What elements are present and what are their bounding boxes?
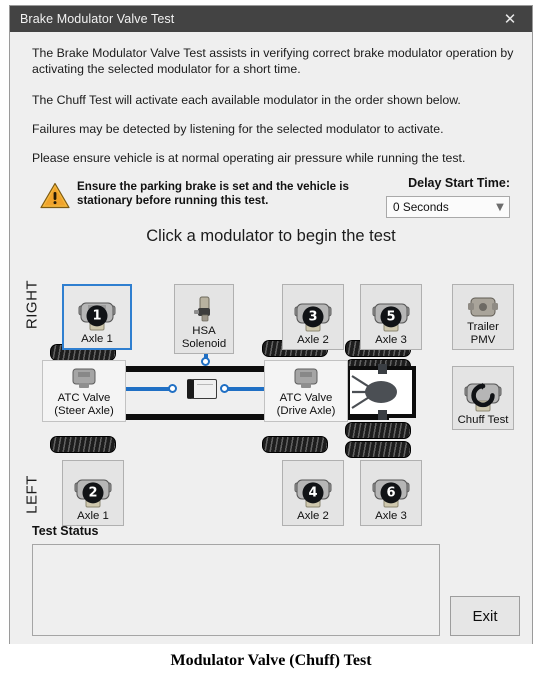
hsa-solenoid-icon bbox=[192, 295, 216, 325]
diff-linkage-icon bbox=[351, 375, 397, 409]
page-root: Brake Modulator Valve Test ✕ The Brake M… bbox=[0, 0, 542, 682]
air-line-steer-to-ecu bbox=[118, 387, 173, 391]
modulator-caption: Axle 3 bbox=[375, 333, 407, 346]
atc-valve-steer-axle-button[interactable]: ATC Valve (Steer Axle) bbox=[42, 360, 126, 422]
modulator-caption: Axle 1 bbox=[77, 509, 109, 522]
modulator-left-axle-1[interactable]: 2 Axle 1 bbox=[62, 460, 124, 526]
modulator-right-axle-1[interactable]: 1 Axle 1 bbox=[62, 284, 132, 350]
side-label-right: RIGHT bbox=[23, 279, 41, 330]
tire-drive2-left-outer bbox=[345, 441, 411, 458]
exit-button[interactable]: Exit bbox=[450, 596, 520, 636]
ecu-module-icon bbox=[187, 379, 217, 399]
atc-drive-line-2: (Drive Axle) bbox=[276, 404, 336, 417]
test-status-label: Test Status bbox=[32, 524, 99, 538]
chuff-test-button[interactable]: Chuff Test bbox=[452, 366, 514, 430]
intro-paragraph-1: The Brake Modulator Valve Test assists i… bbox=[32, 46, 514, 76]
modulator-right-axle-3[interactable]: 5 Axle 3 bbox=[360, 284, 422, 350]
intro-paragraph-3: Failures may be detected by listening fo… bbox=[32, 122, 444, 136]
dialog-body: The Brake Modulator Valve Test assists i… bbox=[10, 32, 532, 644]
modulator-badge: 2 bbox=[82, 481, 104, 503]
chevron-down-icon: ▼ bbox=[496, 201, 504, 213]
chuff-test-caption: Chuff Test bbox=[457, 413, 509, 426]
modulator-valve-icon: 1 bbox=[76, 297, 118, 333]
atc-valve-drive-axle-button[interactable]: ATC Valve (Drive Axle) bbox=[264, 360, 348, 422]
modulator-valve-icon: 6 bbox=[370, 474, 412, 510]
modulator-left-axle-3[interactable]: 6 Axle 3 bbox=[360, 460, 422, 526]
modulator-valve-icon: 4 bbox=[292, 474, 334, 510]
refresh-circle-icon bbox=[471, 382, 495, 407]
modulator-badge: 1 bbox=[86, 304, 108, 326]
modulator-badge: 3 bbox=[302, 305, 324, 327]
atc-valve-icon bbox=[70, 366, 98, 390]
hsa-solenoid-line-1: HSA bbox=[192, 325, 216, 337]
trailer-pmv-button[interactable]: Trailer PMV bbox=[452, 284, 514, 350]
trailer-pmv-line-1: Trailer bbox=[467, 321, 499, 333]
modulator-valve-icon: 3 bbox=[292, 298, 334, 334]
atc-drive-line-1: ATC Valve bbox=[279, 392, 333, 404]
modulator-left-axle-2[interactable]: 4 Axle 2 bbox=[282, 460, 344, 526]
rear-differential bbox=[346, 364, 416, 420]
tire-drive2-left-inner bbox=[345, 422, 411, 439]
instruction-headline: Click a modulator to begin the test bbox=[146, 227, 396, 245]
hsa-solenoid-button[interactable]: HSA Solenoid bbox=[174, 284, 234, 354]
atc-steer-line-2: (Steer Axle) bbox=[54, 404, 114, 417]
warning-triangle-icon bbox=[40, 182, 70, 209]
test-status-box bbox=[32, 544, 440, 636]
intro-paragraph-2: The Chuff Test will activate each availa… bbox=[32, 93, 461, 107]
warning-line-1: Ensure the parking brake is set and the … bbox=[77, 180, 349, 193]
intro-paragraph-4: Please ensure vehicle is at normal opera… bbox=[32, 151, 466, 165]
window-title: Brake Modulator Valve Test bbox=[20, 12, 175, 26]
warning-banner: Ensure the parking brake is set and the … bbox=[40, 180, 349, 209]
dialog-window: Brake Modulator Valve Test ✕ The Brake M… bbox=[9, 5, 533, 644]
figure-caption: Modulator Valve (Chuff) Test bbox=[170, 652, 372, 669]
air-line-node-hsa bbox=[201, 357, 210, 366]
hsa-solenoid-line-2: Solenoid bbox=[181, 337, 227, 350]
modulator-caption: Axle 2 bbox=[297, 509, 329, 522]
modulator-badge: 4 bbox=[302, 481, 324, 503]
trailer-pmv-icon bbox=[467, 295, 499, 321]
delay-start-time-value: 0 Seconds bbox=[393, 200, 449, 214]
modulator-badge: 6 bbox=[380, 481, 402, 503]
delay-start-time-select[interactable]: 0 Seconds ▼ bbox=[386, 196, 510, 218]
atc-steer-line-1: ATC Valve bbox=[57, 392, 111, 404]
modulator-caption: Axle 2 bbox=[297, 333, 329, 346]
warning-line-2: stationary before running this test. bbox=[77, 194, 269, 207]
chuff-test-valve-icon bbox=[462, 378, 504, 414]
close-icon[interactable]: ✕ bbox=[488, 6, 532, 32]
title-bar: Brake Modulator Valve Test ✕ bbox=[10, 6, 532, 32]
trailer-pmv-line-2: PMV bbox=[470, 333, 496, 346]
modulator-caption: Axle 1 bbox=[81, 332, 113, 345]
air-line-node-steer bbox=[168, 384, 177, 393]
modulator-valve-icon: 2 bbox=[72, 474, 114, 510]
tire-drive1-left-inner bbox=[262, 436, 328, 453]
modulator-right-axle-2[interactable]: 3 Axle 2 bbox=[282, 284, 344, 350]
side-label-left: LEFT bbox=[23, 475, 41, 514]
delay-start-time-label: Delay Start Time: bbox=[408, 176, 510, 190]
modulator-caption: Axle 3 bbox=[375, 509, 407, 522]
tire-steer-left bbox=[50, 436, 116, 453]
air-line-node-drive bbox=[220, 384, 229, 393]
vehicle-diagram: RIGHT LEFT 1 Axle 1 HSA Solenoid 3 Axle … bbox=[10, 254, 534, 526]
warning-text: Ensure the parking brake is set and the … bbox=[77, 180, 349, 208]
atc-valve-icon bbox=[292, 366, 320, 390]
modulator-valve-icon: 5 bbox=[370, 298, 412, 334]
modulator-badge: 5 bbox=[380, 305, 402, 327]
